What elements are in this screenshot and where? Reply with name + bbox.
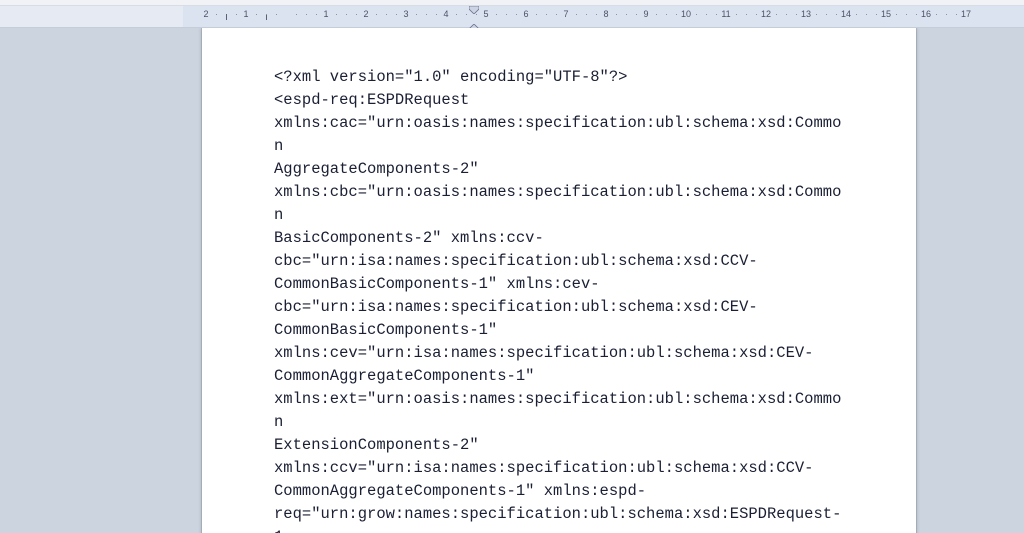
ruler-area: 211234567891011121314151617 xyxy=(0,6,1024,28)
ruler-label-5: 5 xyxy=(483,9,488,19)
ruler-label-9: 9 xyxy=(643,9,648,19)
word-processor-window: 211234567891011121314151617 <?xml versio… xyxy=(0,0,1024,533)
ruler-label-2: 2 xyxy=(363,9,368,19)
ruler-label-8: 8 xyxy=(603,9,608,19)
ruler-label-neg-1: 1 xyxy=(243,9,248,19)
ruler-label-11: 11 xyxy=(721,9,730,19)
ruler-label-16: 16 xyxy=(921,9,931,19)
ruler-label-15: 15 xyxy=(881,9,891,19)
first-line-indent-marker[interactable] xyxy=(469,6,479,16)
document-page[interactable]: <?xml version="1.0" encoding="UTF-8"?> <… xyxy=(202,28,916,533)
document-body[interactable]: <?xml version="1.0" encoding="UTF-8"?> <… xyxy=(202,28,916,533)
ruler-label-neg-2: 2 xyxy=(203,9,208,19)
ruler-label-3: 3 xyxy=(403,9,408,19)
ruler-label-13: 13 xyxy=(801,9,811,19)
ruler-label-7: 7 xyxy=(563,9,568,19)
ruler-left-spacer xyxy=(0,6,183,27)
ruler-label-1: 1 xyxy=(323,9,328,19)
ruler-label-10: 10 xyxy=(681,9,691,19)
horizontal-ruler[interactable]: 211234567891011121314151617 xyxy=(183,6,1024,27)
ruler-label-6: 6 xyxy=(523,9,528,19)
ruler-label-14: 14 xyxy=(841,9,851,19)
ruler-label-4: 4 xyxy=(443,9,448,19)
ruler-label-12: 12 xyxy=(761,9,771,19)
document-workspace: <?xml version="1.0" encoding="UTF-8"?> <… xyxy=(0,28,1024,533)
ruler-label-17: 17 xyxy=(961,9,971,19)
